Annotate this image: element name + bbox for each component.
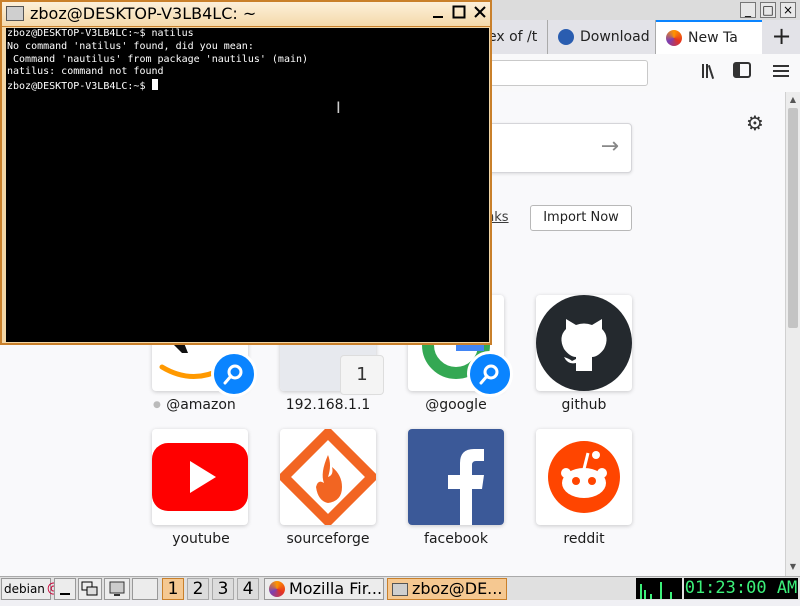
menu-icon[interactable] — [770, 62, 792, 84]
tab-download[interactable]: Download — [548, 20, 656, 54]
ibeam-cursor-icon: I — [336, 98, 341, 117]
close-icon — [473, 6, 486, 18]
cpu-monitor — [636, 578, 682, 599]
terminal-line: Command 'nautilus' from package 'nautilu… — [7, 53, 309, 65]
workspace-1[interactable]: 1 — [162, 578, 184, 600]
minimize-button[interactable]: _ — [740, 2, 756, 18]
windows-icon — [81, 581, 98, 596]
youtube-logo-icon — [152, 443, 248, 511]
terminal-line: zboz@DESKTOP-V3LB4LC:~$ natilus — [7, 28, 194, 39]
close-button[interactable]: × — [780, 2, 796, 18]
top-site-label: github — [561, 397, 607, 413]
empty-launcher[interactable] — [132, 578, 158, 600]
window-list-button[interactable] — [78, 578, 102, 600]
window-title: zboz@DESKTOP-V3LB4LC: ~ — [30, 4, 257, 23]
clock: 01:23:00 AM — [684, 578, 798, 599]
search-icon — [223, 364, 243, 385]
sidebar-icon[interactable] — [731, 62, 753, 84]
pinned-badge: 1 — [340, 355, 384, 395]
top-site-sourceforge[interactable] — [280, 429, 376, 525]
gear-icon[interactable]: ⚙ — [744, 112, 766, 134]
top-site-label: @amazon — [166, 397, 236, 413]
terminal-prompt: zboz@DESKTOP-V3LB4LC:~$ — [7, 81, 152, 93]
scroll-up-icon[interactable]: ▲ — [786, 93, 800, 107]
task-label: zboz@DE... — [412, 579, 503, 598]
top-site-github[interactable] — [536, 295, 632, 391]
search-shortcut-badge — [467, 351, 513, 397]
terminal-icon[interactable] — [6, 6, 24, 21]
terminal-icon — [392, 582, 408, 596]
top-site-label: 192.168.1.1 — [285, 397, 371, 413]
terminal-line: No command 'natilus' found, did you mean… — [7, 40, 254, 52]
maximize-button[interactable]: □ — [760, 2, 776, 18]
page-scrollbar[interactable]: ▲ ▼ — [785, 92, 800, 576]
top-site-label: reddit — [563, 531, 605, 547]
task-terminal[interactable]: zboz@DE... — [387, 578, 507, 600]
reddit-logo-icon — [548, 441, 620, 513]
tab-label: ex of /t — [488, 29, 538, 45]
tab-label: Download — [580, 29, 650, 45]
top-site-reddit[interactable] — [536, 429, 632, 525]
cpu-graph-icon — [640, 582, 672, 599]
workspace-3[interactable]: 3 — [212, 578, 234, 600]
download-favicon-icon — [558, 29, 574, 45]
taskbar: debian @ 1 2 3 4 Mozilla Fir... zboz@DE.… — [0, 576, 800, 600]
tab-new-tab[interactable]: New Ta — [656, 20, 762, 54]
workspace-2[interactable]: 2 — [187, 578, 209, 600]
firefox-icon — [269, 581, 285, 597]
library-icon[interactable] — [699, 62, 721, 84]
import-now-button[interactable]: Import Now — [530, 205, 632, 231]
close-button[interactable] — [471, 5, 488, 22]
terminal-window: zboz@DESKTOP-V3LB4LC: ~ zboz@DESKTOP-V3L… — [0, 0, 492, 345]
workspace-4[interactable]: 4 — [237, 578, 259, 600]
terminal-window-controls — [429, 5, 488, 22]
facebook-logo-icon — [408, 429, 504, 525]
monitor-icon — [109, 581, 125, 596]
sourceforge-logo-icon — [280, 429, 376, 525]
top-site-youtube[interactable] — [152, 429, 248, 525]
github-logo-icon — [536, 295, 632, 391]
tab-index[interactable]: ex of /t — [488, 20, 548, 54]
search-icon — [479, 364, 499, 385]
url-bar[interactable] — [490, 60, 648, 86]
firefox-window-controls: _ □ × — [740, 2, 796, 18]
start-menu-button[interactable]: debian @ — [1, 578, 60, 600]
search-shortcut-badge — [211, 351, 257, 397]
new-tab-button[interactable]: + — [763, 20, 800, 54]
task-firefox[interactable]: Mozilla Fir... — [264, 578, 384, 600]
scrollbar-thumb[interactable] — [788, 108, 798, 328]
task-label: Mozilla Fir... — [289, 579, 383, 598]
show-desktop-icon — [60, 593, 70, 595]
top-site-label: @google — [425, 397, 487, 413]
minimize-icon — [432, 16, 443, 18]
top-site-label: youtube — [172, 531, 230, 547]
terminal-line: natilus: command not found — [7, 66, 164, 78]
text-cursor — [151, 79, 158, 91]
top-site-label: sourceforge — [286, 531, 370, 547]
scroll-down-icon[interactable]: ▼ — [786, 560, 800, 574]
arrow-right-icon[interactable]: → — [601, 134, 619, 159]
minimize-all-button[interactable] — [54, 578, 76, 600]
maximize-icon — [452, 5, 465, 19]
terminal-output[interactable]: zboz@DESKTOP-V3LB4LC:~$ natilus No comma… — [6, 28, 489, 342]
tab-label: New Ta — [688, 30, 738, 46]
minimize-button[interactable] — [429, 5, 446, 22]
top-site-facebook[interactable] — [408, 429, 504, 525]
firefox-favicon-icon — [666, 30, 682, 46]
start-label: debian — [4, 582, 45, 596]
terminal-titlebar[interactable]: zboz@DESKTOP-V3LB4LC: ~ — [2, 2, 490, 27]
maximize-button[interactable] — [450, 5, 467, 22]
top-site-label: facebook — [424, 531, 488, 547]
terminal-launcher[interactable] — [104, 578, 130, 600]
